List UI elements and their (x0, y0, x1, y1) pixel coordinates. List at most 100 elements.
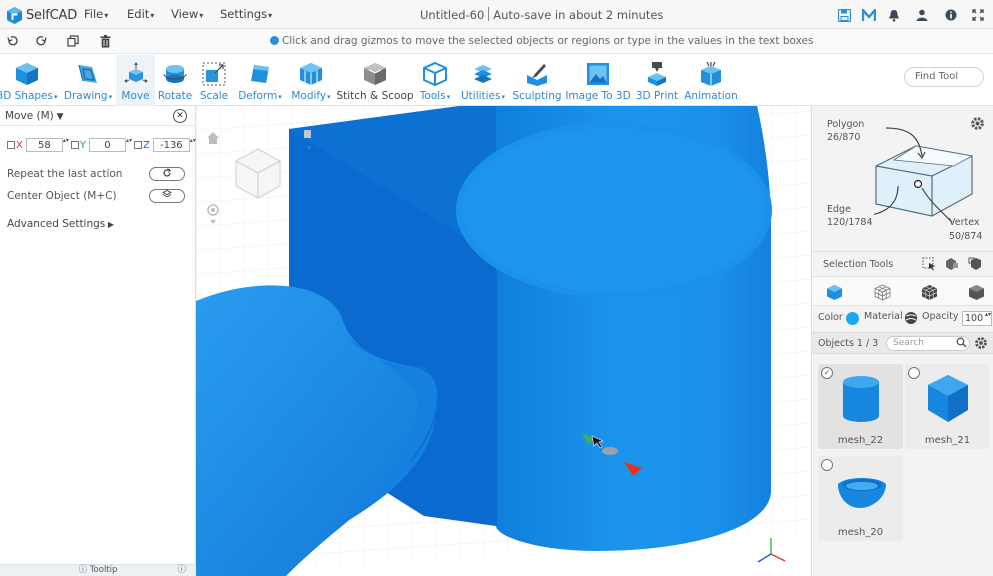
menu-settings[interactable]: Settings (220, 7, 272, 21)
object-card-mesh-20[interactable]: mesh_20 (818, 456, 903, 541)
x-input[interactable]: 58 (25, 137, 68, 152)
fullscreen-icon[interactable] (970, 7, 986, 23)
select-radio[interactable] (821, 459, 833, 471)
tool-image-to-3d[interactable]: Image To 3D (565, 55, 631, 106)
edge-count: 120/1784 (827, 217, 873, 228)
myminifactory-icon[interactable] (861, 7, 877, 23)
tool-animation[interactable]: Animation (684, 55, 738, 106)
color-label: Color (818, 312, 843, 323)
pin-icon[interactable]: ⓘ (177, 565, 186, 576)
object-card-mesh-22[interactable]: ✓ mesh_22 (818, 364, 903, 449)
move-panel-title: Move (M) (5, 110, 64, 122)
material-label: Material (864, 311, 903, 322)
tool-3d-print[interactable]: 3D Print (636, 55, 678, 106)
stitch-scoop-icon (364, 63, 386, 85)
info-icon: ⓘ (78, 565, 90, 575)
object-mode-icon[interactable] (826, 284, 843, 304)
vertex-count: 50/874 (949, 231, 983, 242)
tools-icon (423, 61, 447, 87)
center-object-label: Center Object (M+C) (7, 190, 117, 202)
vertex-mode-icon[interactable] (968, 284, 985, 304)
polygon-count: 26/870 (827, 132, 861, 143)
center-object-button[interactable] (149, 189, 185, 203)
z-input[interactable]: -136 (152, 137, 195, 152)
user-account-icon[interactable] (914, 7, 930, 23)
advanced-settings-toggle[interactable]: Advanced Settings (7, 218, 114, 230)
autosave-status: Auto-save in about 2 minutes (493, 8, 664, 22)
find-tool-button[interactable]: Find Tool (904, 67, 984, 87)
menu-view[interactable]: View (171, 7, 203, 21)
save-icon[interactable] (836, 7, 852, 23)
tool-3d-shapes[interactable]: 3D Shapes (0, 55, 54, 106)
select-cursor-icon[interactable] (922, 257, 936, 274)
tooltip-bar[interactable]: ⓘ Tooltip ⓘ (0, 564, 196, 576)
select-radio[interactable] (908, 367, 920, 379)
repeat-last-action-button[interactable] (149, 167, 185, 181)
repeat-last-action-label: Repeat the last action (7, 168, 123, 180)
copy-icon[interactable] (65, 33, 81, 49)
tool-drawing[interactable]: Drawing (64, 55, 112, 106)
action-bar: Click and drag gizmos to move the select… (0, 29, 993, 54)
animation-icon (701, 61, 721, 86)
y-lock-checkbox[interactable] (70, 141, 79, 149)
tool-move[interactable]: Move (116, 55, 155, 106)
drawing-icon (78, 64, 97, 83)
x-lock-checkbox[interactable] (7, 141, 15, 149)
edge-label: Edge (827, 204, 851, 215)
select-box-icon[interactable] (945, 257, 959, 274)
tool-rotate[interactable]: Rotate (158, 55, 192, 106)
tool-utilities[interactable]: Utilities (460, 55, 506, 106)
app-name: SelfCAD (26, 7, 78, 23)
color-swatch[interactable] (846, 312, 859, 325)
opacity-stepper-icon[interactable]: ▴▾ (985, 311, 991, 319)
3d-viewport[interactable] (196, 106, 811, 576)
sculpting-icon (527, 64, 547, 86)
delete-icon[interactable] (97, 33, 113, 49)
repeat-icon (163, 168, 171, 177)
menu-edit[interactable]: Edit (127, 7, 154, 21)
x-axis-label: X (16, 139, 23, 151)
tool-scale[interactable]: Scale (199, 55, 229, 106)
tool-sculpting[interactable]: Sculpting (512, 55, 562, 106)
object-name: mesh_20 (837, 527, 884, 538)
image-to-3d-icon (587, 63, 609, 85)
polygon-mode-icon[interactable] (874, 284, 891, 304)
object-name: mesh_21 (924, 435, 971, 446)
info-icon[interactable] (943, 7, 959, 23)
opacity-label: Opacity (922, 311, 959, 322)
selection-settings-gear-icon[interactable] (970, 116, 985, 134)
objects-settings-gear-icon[interactable] (974, 336, 988, 353)
selfcad-logo-icon (7, 6, 22, 24)
redo-icon[interactable] (34, 33, 50, 49)
objects-count: Objects 1 / 3 (818, 338, 879, 349)
notifications-icon[interactable] (886, 7, 902, 23)
document-title[interactable]: Untitled-60 (420, 8, 484, 22)
y-axis-label: Y (79, 139, 86, 151)
tool-deform[interactable]: Deform (236, 55, 284, 106)
bowl-thumbnail (838, 478, 886, 508)
scene-canvas[interactable] (196, 106, 811, 576)
material-icon[interactable] (904, 311, 918, 328)
tool-tools[interactable]: Tools (417, 55, 453, 106)
object-card-mesh-21[interactable]: mesh_21 (905, 364, 990, 449)
cube-thumbnail (928, 375, 968, 422)
selection-cube-diagram (874, 127, 974, 222)
opacity-input[interactable]: 100 ▴▾ (962, 311, 992, 326)
edge-mode-icon[interactable] (921, 284, 938, 304)
z-lock-checkbox[interactable] (133, 141, 142, 149)
menu-file[interactable]: File (84, 7, 108, 21)
app-logo[interactable]: SelfCAD (6, 5, 77, 25)
cube-icon (16, 63, 38, 85)
move-panel-header[interactable]: Move (M) ✕ (0, 106, 195, 126)
coordinate-inputs: X 58 Y 0 Z -136 (7, 137, 195, 153)
tool-modify[interactable]: Modify (290, 55, 332, 106)
select-radio[interactable]: ✓ (821, 367, 833, 379)
polygon-label: Polygon (827, 119, 865, 130)
close-icon[interactable]: ✕ (173, 109, 187, 123)
right-panel: Polygon 26/870 Edge 120/1784 Vertex 50/8… (811, 106, 993, 576)
y-input[interactable]: 0 (88, 137, 131, 152)
undo-icon[interactable] (4, 33, 20, 49)
tool-stitch-scoop[interactable]: Stitch & Scoop (336, 55, 414, 106)
select-region-icon[interactable] (968, 257, 982, 274)
search-icon[interactable] (956, 337, 967, 351)
